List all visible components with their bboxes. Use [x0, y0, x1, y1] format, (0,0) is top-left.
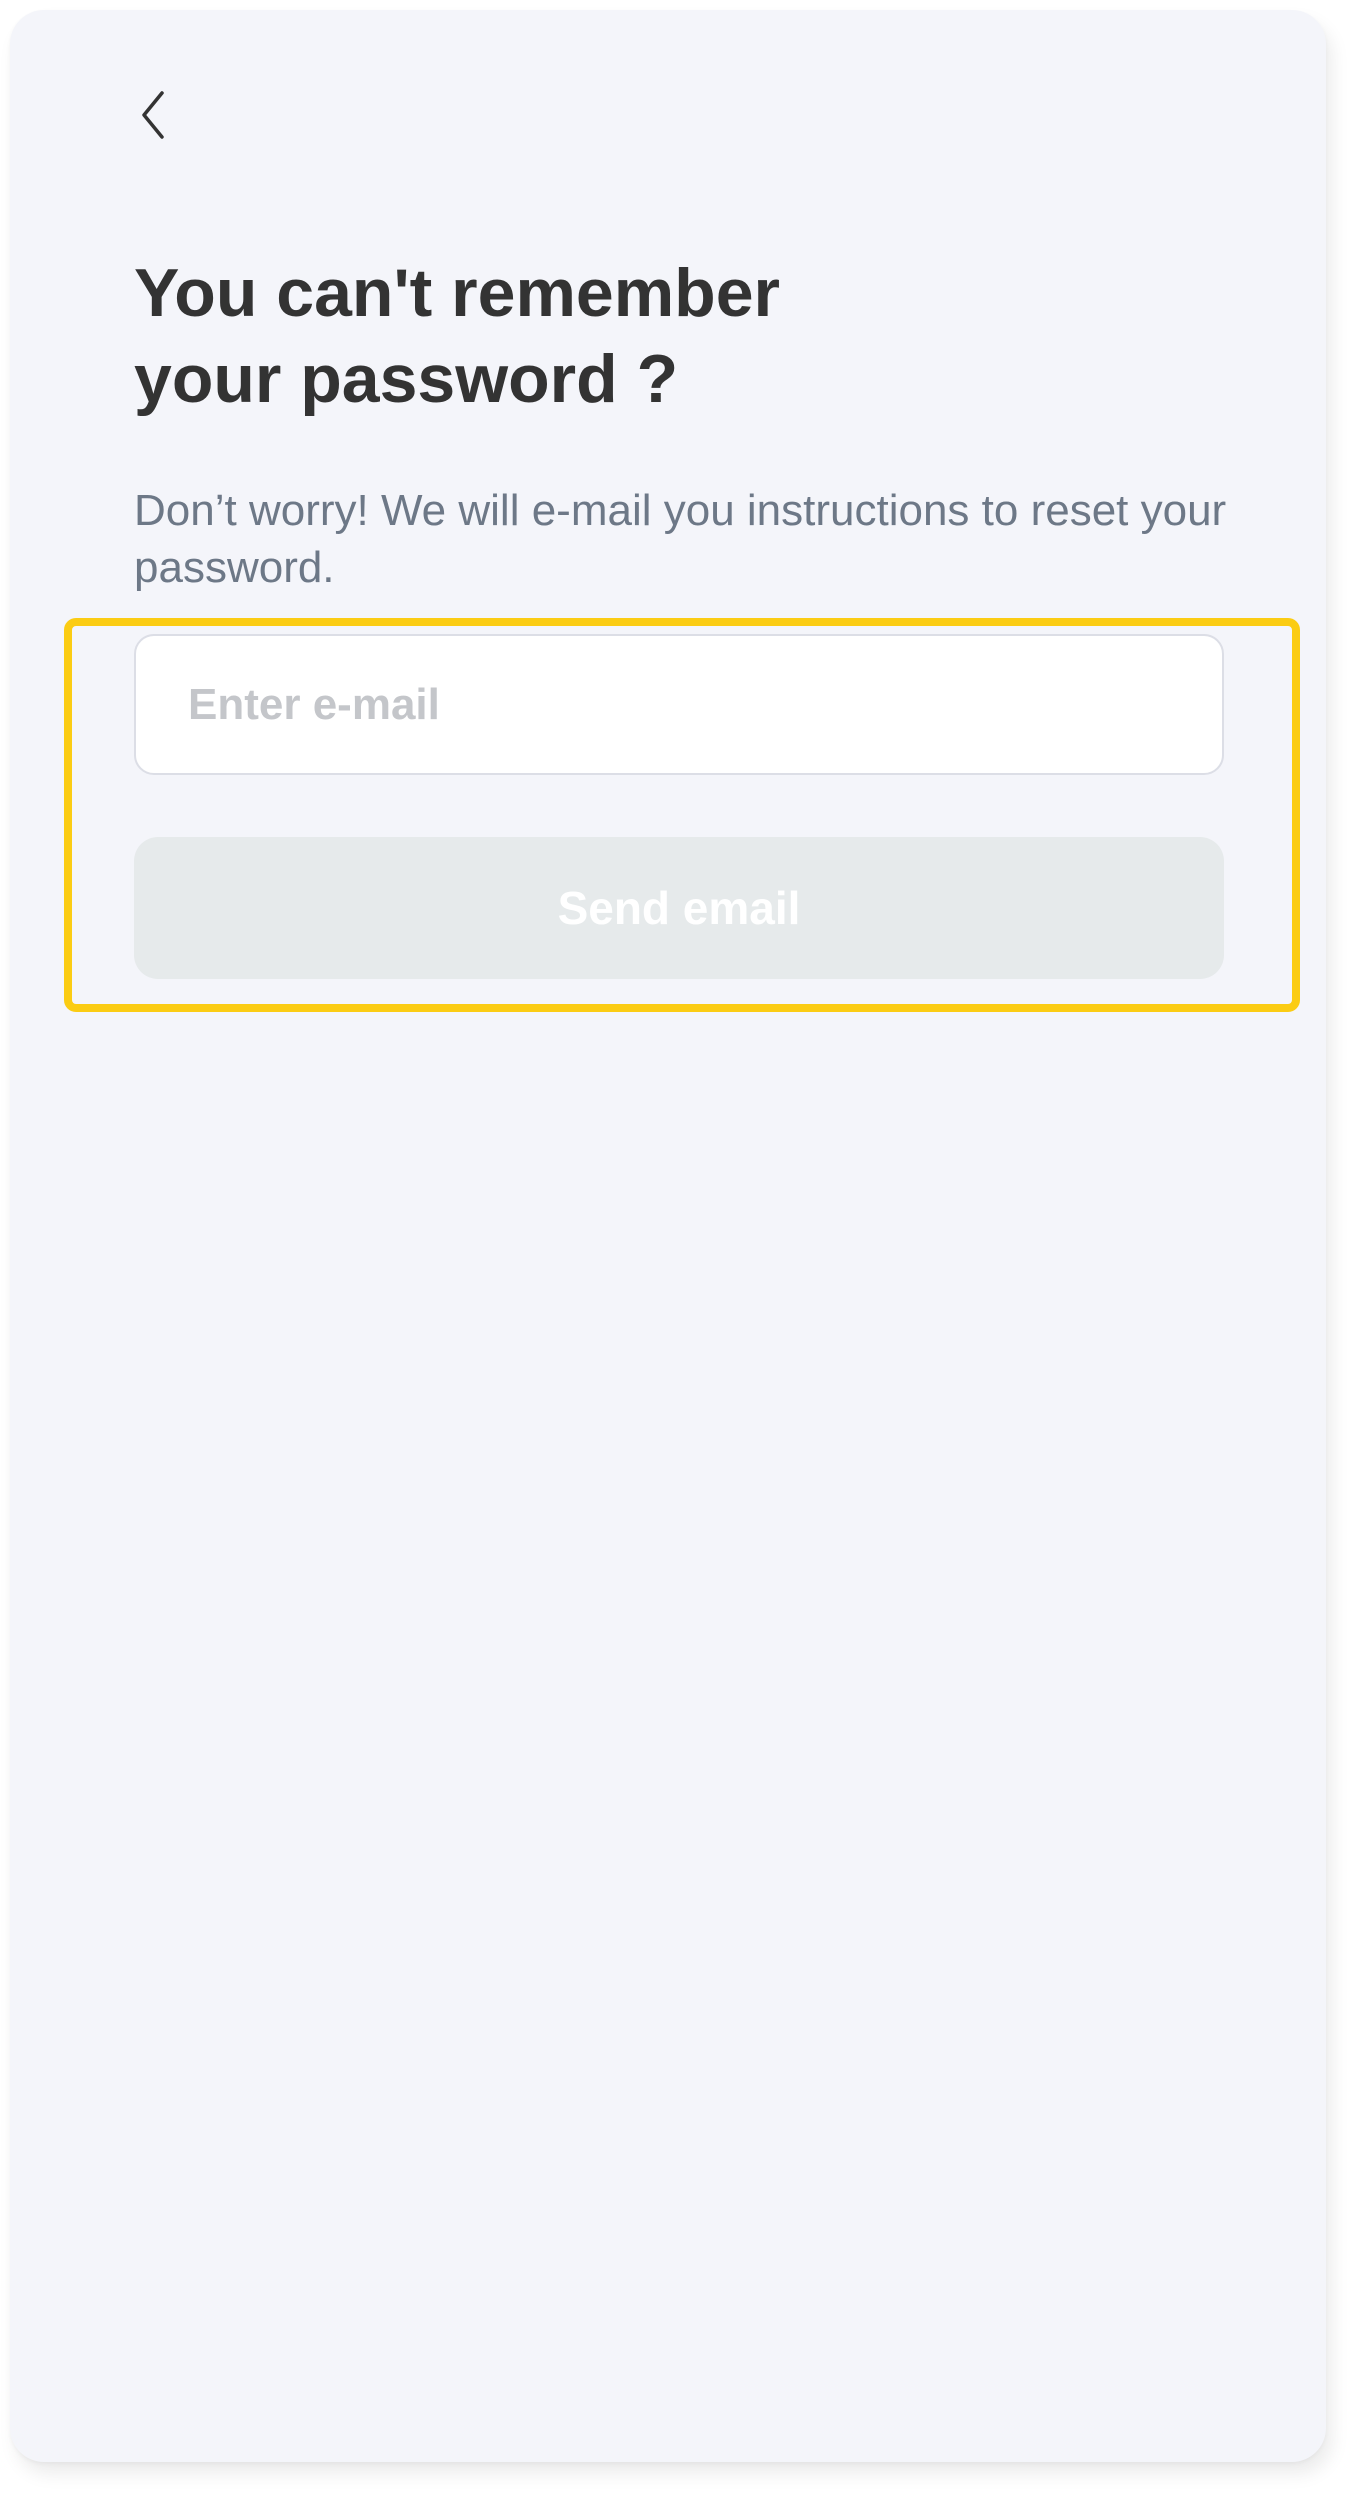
email-input[interactable] — [134, 634, 1224, 775]
chevron-left-icon — [142, 91, 164, 139]
page-title: You can't remember your password ? — [134, 250, 1034, 422]
send-email-button[interactable]: Send email — [134, 837, 1224, 979]
page-title-line-1: You can't remember — [134, 255, 780, 331]
page-title-line-2: your password ? — [134, 341, 679, 417]
back-button[interactable] — [130, 85, 180, 145]
screen-frame: You can't remember your password ? Don’t… — [10, 10, 1326, 2462]
instructions-text: Don’t worry! We will e-mail you instruct… — [134, 486, 1227, 592]
